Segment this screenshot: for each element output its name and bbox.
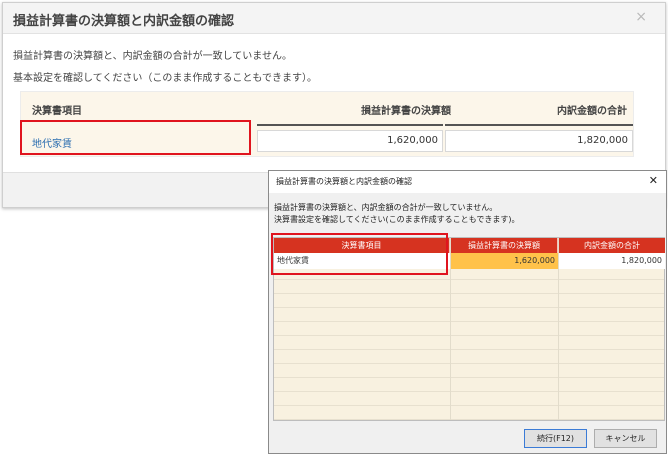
web-dialog-title: 損益計算書の決算額と内訳金額の確認 [13, 14, 235, 29]
grid-cell-breakdown-total[interactable]: 1,820,000 [559, 253, 665, 269]
win-message-line1: 損益計算書の決算額と、内訳金額の合計が一致していません。 [274, 203, 498, 212]
continue-button[interactable]: 続行(F12) [524, 429, 587, 448]
highlight-box [271, 233, 448, 275]
column-header-item: 決算書項目 [32, 106, 82, 117]
header-divider [257, 124, 443, 126]
grid-header-breakdown-total: 内訳金額の合計 [559, 238, 665, 253]
highlight-box [20, 120, 251, 155]
cancel-button[interactable]: キャンセル [594, 429, 657, 448]
column-header-breakdown-total: 内訳金額の合計 [557, 106, 627, 117]
win-message-line2: 決算書設定を確認してください(このまま作成することもできます)。 [274, 215, 520, 224]
close-icon[interactable]: × [635, 9, 647, 25]
header-divider [445, 124, 633, 126]
column-header-settlement-amount: 損益計算書の決算額 [361, 106, 451, 117]
web-message-line1: 損益計算書の決算額と、内訳金額の合計が一致していません。 [13, 51, 292, 62]
breakdown-total-cell: 1,820,000 [445, 130, 633, 152]
web-dialog-header: 損益計算書の決算額と内訳金額の確認 × [3, 3, 665, 34]
web-message-line2: 基本設定を確認してください（このまま作成することもできます）。 [13, 73, 317, 84]
win-confirm-dialog: 損益計算書の決算額と内訳金額の確認 ✕ 損益計算書の決算額と、内訳金額の合計が一… [268, 170, 667, 454]
close-icon[interactable]: ✕ [649, 174, 658, 187]
settlement-amount-cell: 1,620,000 [257, 130, 443, 152]
win-titlebar: 損益計算書の決算額と内訳金額の確認 ✕ [269, 171, 666, 193]
win-dialog-title: 損益計算書の決算額と内訳金額の確認 [276, 177, 412, 186]
grid-header-settlement-amount: 損益計算書の決算額 [451, 238, 558, 253]
grid-cell-settlement-amount[interactable]: 1,620,000 [451, 253, 558, 269]
